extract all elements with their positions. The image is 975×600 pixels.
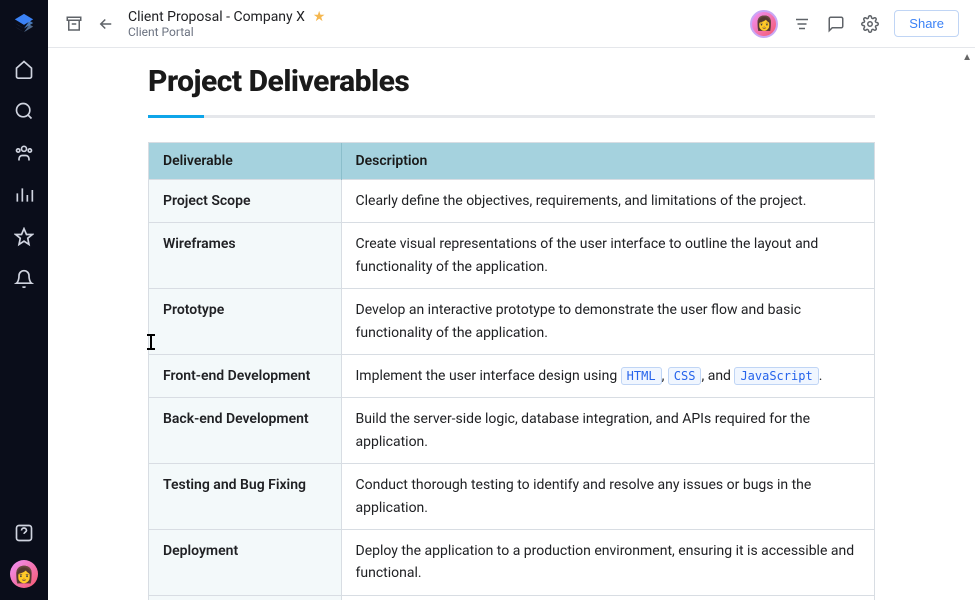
notifications-icon[interactable]: [13, 268, 35, 290]
people-icon[interactable]: [13, 142, 35, 164]
analytics-icon[interactable]: [13, 184, 35, 206]
deliverables-table: Deliverable Description Project ScopeCle…: [148, 142, 875, 600]
table-cell-desc: Build the server-side logic, database in…: [341, 398, 874, 464]
favorite-star-icon[interactable]: ★: [313, 9, 326, 25]
share-button[interactable]: Share: [894, 10, 959, 37]
table-header-description: Description: [341, 143, 874, 180]
table-row[interactable]: DocumentationProvide comprehensive docum…: [149, 595, 874, 600]
app-logo-icon[interactable]: [13, 12, 35, 34]
user-avatar[interactable]: 👩: [10, 560, 38, 588]
star-icon[interactable]: [13, 226, 35, 248]
table-cell-desc: Provide comprehensive documentation incl…: [341, 595, 874, 600]
menu-icon[interactable]: [792, 14, 812, 34]
home-icon[interactable]: [13, 58, 35, 80]
table-cell-name: Prototype: [149, 289, 341, 355]
page-title: Project Deliverables: [148, 64, 875, 99]
content-scroll[interactable]: Project Deliverables Deliverable Descrip…: [48, 48, 975, 600]
main-area: Client Proposal - Company X ★ Client Por…: [48, 0, 975, 600]
table-cell-name: Project Scope: [149, 180, 341, 223]
scroll-up-arrow-icon[interactable]: ▲: [962, 52, 972, 63]
table-cell-desc: Implement the user interface design usin…: [341, 354, 874, 397]
text-cursor-icon: [150, 334, 152, 350]
comment-icon[interactable]: [826, 14, 846, 34]
code-tag: HTML: [621, 367, 662, 385]
table-cell-desc: Develop an interactive prototype to demo…: [341, 289, 874, 355]
table-row[interactable]: DeploymentDeploy the application to a pr…: [149, 529, 874, 595]
table-cell-name: Front-end Development: [149, 354, 341, 397]
table-row[interactable]: Testing and Bug FixingConduct thorough t…: [149, 464, 874, 530]
table-cell-name: Back-end Development: [149, 398, 341, 464]
table-cell-desc: Deploy the application to a production e…: [341, 529, 874, 595]
table-cell-desc: Clearly define the objectives, requireme…: [341, 180, 874, 223]
search-icon[interactable]: [13, 100, 35, 122]
table-cell-desc: Create visual representations of the use…: [341, 223, 874, 289]
document-title[interactable]: Client Proposal - Company X: [128, 9, 305, 25]
title-underline: [148, 115, 875, 118]
table-cell-name: Documentation: [149, 595, 341, 600]
help-icon[interactable]: [13, 522, 35, 544]
breadcrumb[interactable]: Client Portal: [128, 25, 325, 39]
table-cell-name: Wireframes: [149, 223, 341, 289]
table-cell-desc: Conduct thorough testing to identify and…: [341, 464, 874, 530]
table-row[interactable]: Back-end DevelopmentBuild the server-sid…: [149, 398, 874, 464]
collaborator-avatar[interactable]: 👩: [750, 10, 778, 38]
topbar: Client Proposal - Company X ★ Client Por…: [48, 0, 975, 48]
table-row[interactable]: PrototypeDevelop an interactive prototyp…: [149, 289, 874, 355]
archive-icon[interactable]: [64, 14, 84, 34]
back-arrow-icon[interactable]: [96, 14, 116, 34]
table-row[interactable]: Front-end DevelopmentImplement the user …: [149, 354, 874, 397]
table-row[interactable]: WireframesCreate visual representations …: [149, 223, 874, 289]
table-header-deliverable: Deliverable: [149, 143, 341, 180]
table-cell-name: Testing and Bug Fixing: [149, 464, 341, 530]
code-tag: CSS: [668, 367, 702, 385]
settings-gear-icon[interactable]: [860, 14, 880, 34]
code-tag: JavaScript: [734, 367, 818, 385]
table-cell-name: Deployment: [149, 529, 341, 595]
left-sidebar: 👩: [0, 0, 48, 600]
table-row[interactable]: Project ScopeClearly define the objectiv…: [149, 180, 874, 223]
